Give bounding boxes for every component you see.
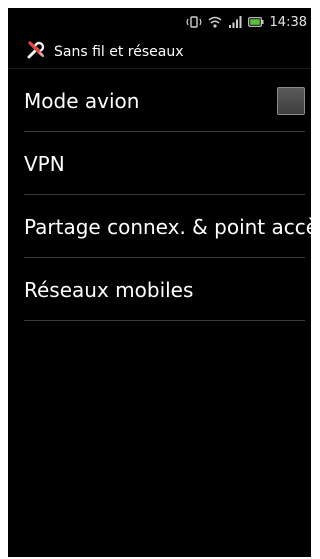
list-item-label: Partage connex. & point accè [24,214,311,239]
wrench-screwdriver-icon [26,40,46,64]
list-item-reseaux-mobiles[interactable]: Réseaux mobiles [8,258,311,321]
settings-screen: 14:38 Sans fil et réseaux Mode avion VPN… [8,8,311,557]
signal-icon [228,15,242,29]
wifi-icon [208,15,222,29]
status-bar: 14:38 [8,8,311,36]
status-time: 14:38 [269,14,307,30]
list-item-mode-avion[interactable]: Mode avion [8,69,311,132]
list-item-vpn[interactable]: VPN [8,132,311,195]
list-item-label: Réseaux mobiles [24,277,194,302]
list-item-partage-connexion[interactable]: Partage connex. & point accè [8,195,311,258]
settings-list: Mode avion VPN Partage connex. & point a… [8,69,311,321]
title-bar: Sans fil et réseaux [8,36,311,69]
vibrate-icon [185,15,202,29]
list-item-label: Mode avion [24,88,140,113]
page-title: Sans fil et réseaux [54,44,184,60]
battery-icon [247,16,264,28]
airplane-mode-checkbox[interactable] [277,86,305,115]
list-item-label: VPN [24,151,65,176]
